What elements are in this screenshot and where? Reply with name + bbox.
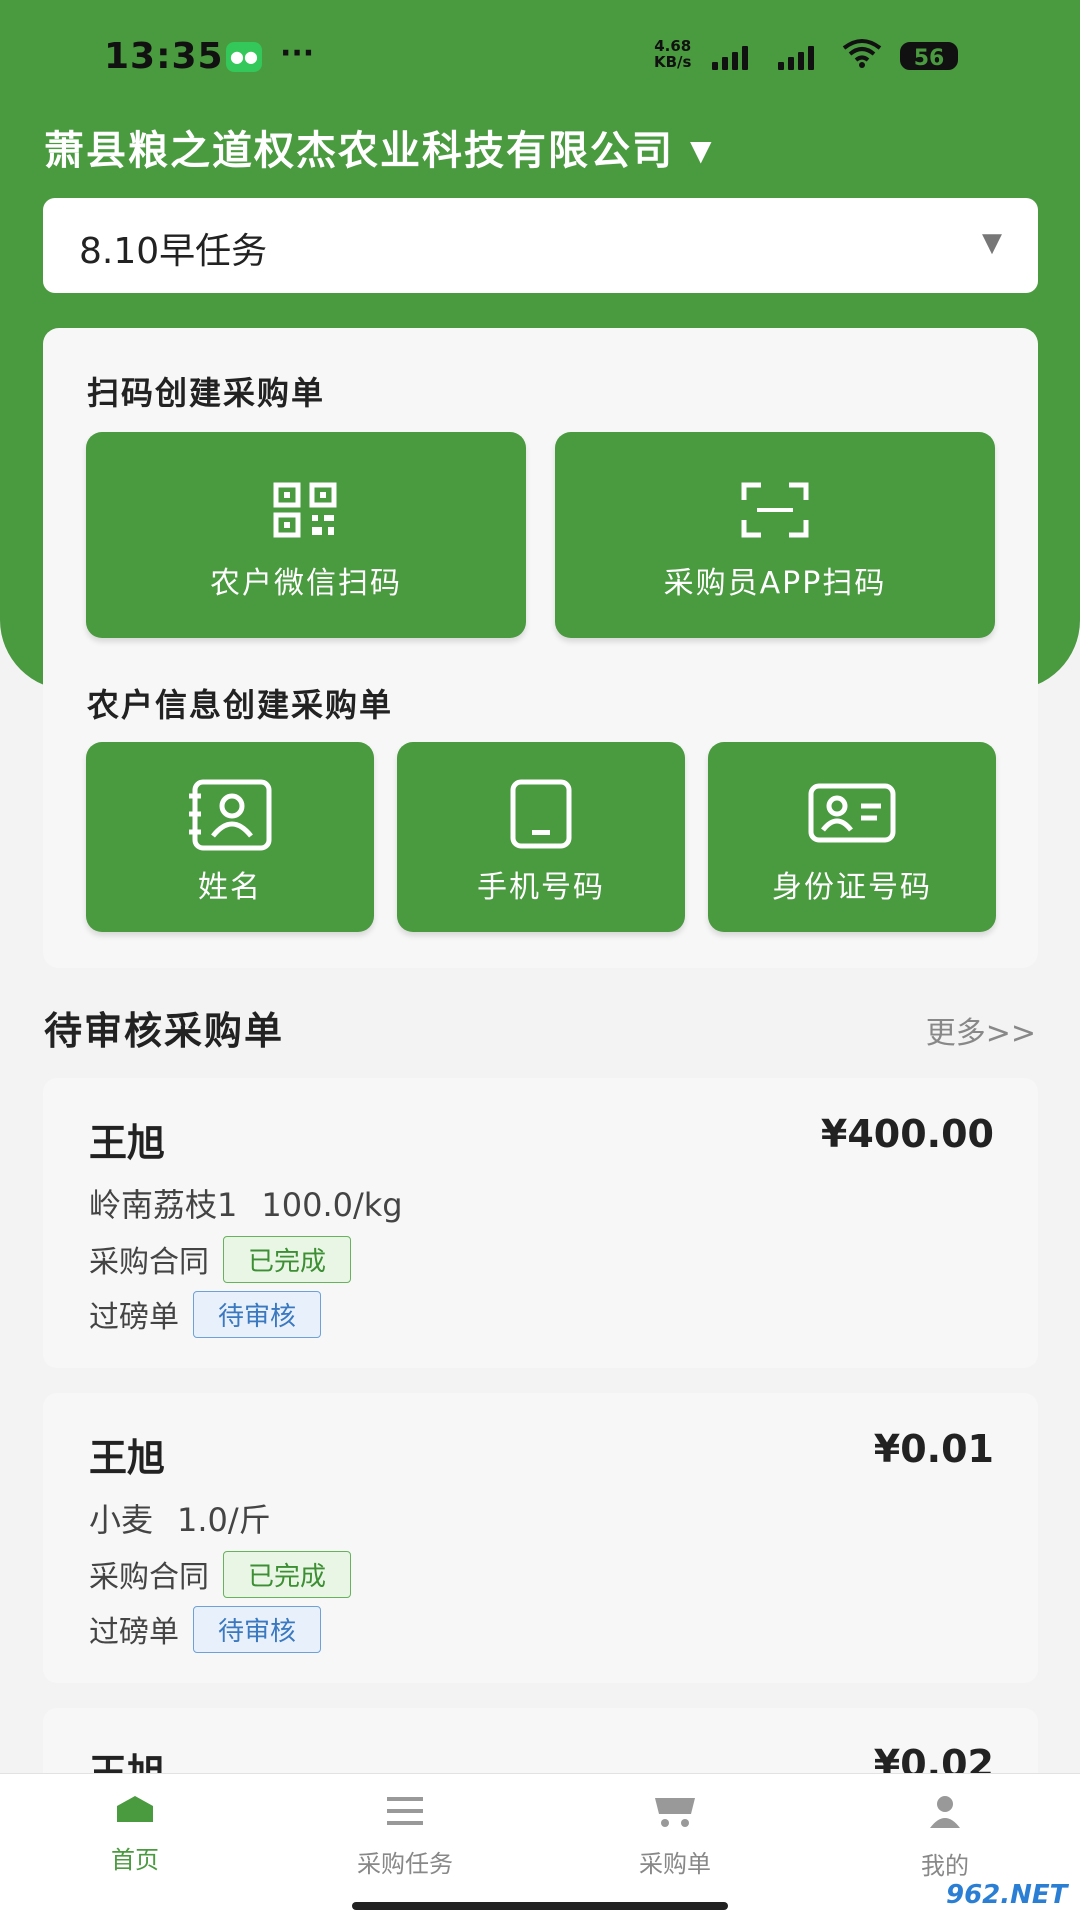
wechat-notification-icon: ●●	[226, 42, 262, 72]
qr-code-icon	[273, 482, 337, 538]
tab-purchase-orders-label: 采购单	[639, 1850, 711, 1878]
status-bar: 13:35 ●● ··· 4.68 KB/s 56	[0, 0, 1080, 110]
weigh-status-badge: 待审核	[193, 1291, 322, 1338]
info-section-title: 农户信息创建采购单	[87, 686, 394, 724]
contract-row: 采购合同 已完成	[89, 1551, 352, 1598]
order-card[interactable]: 王旭 ¥400.00 岭南荔枝1 100.0/kg 采购合同 已完成 过磅单 待审核	[43, 1078, 1038, 1368]
user-icon	[930, 1796, 960, 1828]
home-indicator	[352, 1902, 728, 1910]
order-card[interactable]: 王旭 ¥0.01 小麦 1.0/斤 采购合同 已完成 过磅单 待审核	[43, 1393, 1038, 1683]
pending-orders-title: 待审核采购单	[44, 1009, 285, 1053]
order-amount: ¥400.00	[820, 1112, 994, 1156]
farmer-wechat-scan-label: 农户微信扫码	[210, 566, 402, 601]
scan-section-title: 扫码创建采购单	[87, 374, 326, 412]
contract-status-badge: 已完成	[223, 1551, 352, 1598]
bottom-tab-bar: 首页 采购任务 采购单 我的	[0, 1773, 1080, 1921]
list-icon	[387, 1797, 423, 1825]
network-speed: 4.68 KB/s	[654, 37, 692, 71]
create-by-phone-label: 手机号码	[477, 870, 605, 905]
more-notifications-icon: ···	[280, 36, 315, 71]
contract-row: 采购合同 已完成	[89, 1236, 352, 1283]
weigh-status-badge: 待审核	[193, 1606, 322, 1653]
order-amount: ¥0.01	[873, 1427, 994, 1471]
scan-frame-icon	[741, 482, 809, 538]
watermark: 962.NET	[946, 1880, 1068, 1910]
signal-icon	[778, 46, 814, 70]
signal-icon	[712, 46, 748, 70]
weigh-row: 过磅单 待审核	[89, 1606, 322, 1653]
tab-purchase-tasks-label: 采购任务	[357, 1850, 453, 1878]
cart-icon	[655, 1798, 695, 1827]
contact-book-icon	[189, 779, 272, 851]
contract-status-badge: 已完成	[223, 1236, 352, 1283]
wifi-icon	[842, 38, 882, 76]
tab-home-label: 首页	[111, 1846, 159, 1874]
dropdown-caret-icon: ▼	[982, 228, 1002, 258]
farmer-wechat-scan-button[interactable]: 农户微信扫码	[86, 432, 526, 638]
order-product: 岭南荔枝1 100.0/kg	[89, 1186, 403, 1224]
company-name: 萧县粮之道权杰农业科技有限公司	[44, 128, 674, 174]
buyer-app-scan-button[interactable]: 采购员APP扫码	[555, 432, 995, 638]
create-by-id-card-label: 身份证号码	[772, 870, 932, 905]
create-by-phone-button[interactable]: 手机号码	[397, 742, 685, 932]
phone-icon	[510, 779, 572, 849]
battery-icon: 56	[900, 42, 958, 71]
company-selector[interactable]: 萧县粮之道权杰农业科技有限公司 ▼	[44, 118, 714, 176]
dropdown-caret-icon: ▼	[690, 134, 714, 167]
id-card-icon	[808, 783, 896, 843]
task-dropdown-value: 8.10早任务	[79, 231, 268, 272]
tab-purchase-tasks[interactable]: 采购任务	[305, 1794, 505, 1879]
create-by-id-card-button[interactable]: 身份证号码	[708, 742, 996, 932]
tab-purchase-orders[interactable]: 采购单	[575, 1794, 775, 1879]
more-link[interactable]: 更多>>	[926, 1008, 1036, 1052]
create-by-name-button[interactable]: 姓名	[86, 742, 374, 932]
weigh-row: 过磅单 待审核	[89, 1291, 322, 1338]
create-by-name-label: 姓名	[198, 870, 262, 905]
order-product: 小麦 1.0/斤	[89, 1501, 271, 1539]
order-farmer-name: 王旭	[89, 1121, 166, 1165]
create-order-card: 扫码创建采购单 农户微信扫码 采购员APP扫码 农户信息创建采购单 姓名 手机号…	[43, 328, 1038, 968]
tab-mine[interactable]: 我的	[845, 1794, 1045, 1881]
tab-mine-label: 我的	[921, 1852, 969, 1880]
tab-home[interactable]: 首页	[35, 1794, 235, 1875]
order-farmer-name: 王旭	[89, 1436, 166, 1480]
buyer-app-scan-label: 采购员APP扫码	[663, 566, 887, 601]
home-icon	[117, 1796, 153, 1822]
status-time: 13:35	[104, 36, 224, 77]
task-dropdown[interactable]: 8.10早任务 ▼	[43, 198, 1038, 293]
